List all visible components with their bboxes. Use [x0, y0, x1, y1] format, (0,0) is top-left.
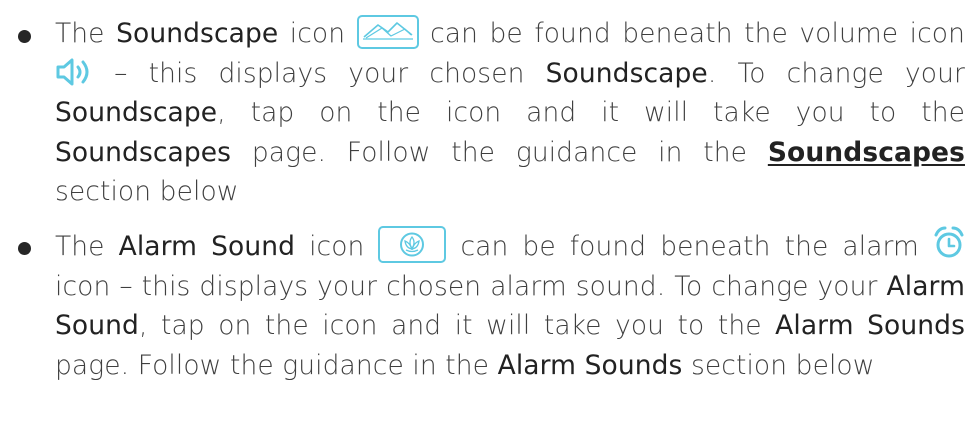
text-segment: The	[55, 18, 117, 49]
text-segment: , tap on the icon and it will take you t…	[138, 310, 776, 341]
soundscape-icon	[356, 15, 419, 49]
keyword-soundscape: Soundscape	[545, 57, 708, 89]
text-segment: section below	[682, 349, 875, 381]
text-segment: . To change your	[707, 57, 965, 89]
text-segment: can be found beneath the alarm	[446, 231, 933, 262]
keyword-alarm-sounds-section: Alarm Sounds	[497, 349, 683, 381]
text-segment: section below	[55, 176, 239, 207]
text-segment: icon	[295, 231, 379, 262]
text-segment: page. Follow the guidance in the	[55, 349, 498, 381]
keyword-soundscape: Soundscape	[55, 97, 218, 128]
soundscapes-section-link[interactable]: Soundscapes	[768, 137, 965, 168]
text-segment: can be found beneath the volume icon	[418, 18, 965, 49]
keyword-alarm-sound: Alarm Sound	[118, 231, 296, 262]
text-segment: The	[55, 231, 119, 262]
soundscape-paragraph: The Soundscape icon can be found beneath…	[55, 14, 965, 212]
text-segment: icon – this displays your chosen alarm s…	[55, 270, 887, 302]
text-segment: icon	[278, 18, 357, 49]
keyword-alarm-sounds-page: Alarm Sounds	[775, 310, 965, 341]
text-segment: , tap on the icon and it will take you t…	[217, 97, 965, 128]
alarm-sound-paragraph: The Alarm Sound icon can be found beneat…	[55, 226, 965, 385]
keyword-soundscapes-page: Soundscapes	[55, 136, 232, 168]
instructions-page: The Soundscape icon can be found beneath…	[0, 0, 980, 443]
alarm-clock-icon	[933, 226, 965, 260]
text-segment: page. Follow the guidance in the	[231, 136, 768, 168]
text-segment: – this displays your chosen	[93, 57, 546, 89]
lotus-icon	[378, 226, 447, 263]
volume-icon	[55, 57, 93, 87]
bullet-dot	[18, 30, 31, 43]
bullet-dot	[18, 242, 31, 255]
keyword-soundscape: Soundscape	[116, 18, 279, 49]
